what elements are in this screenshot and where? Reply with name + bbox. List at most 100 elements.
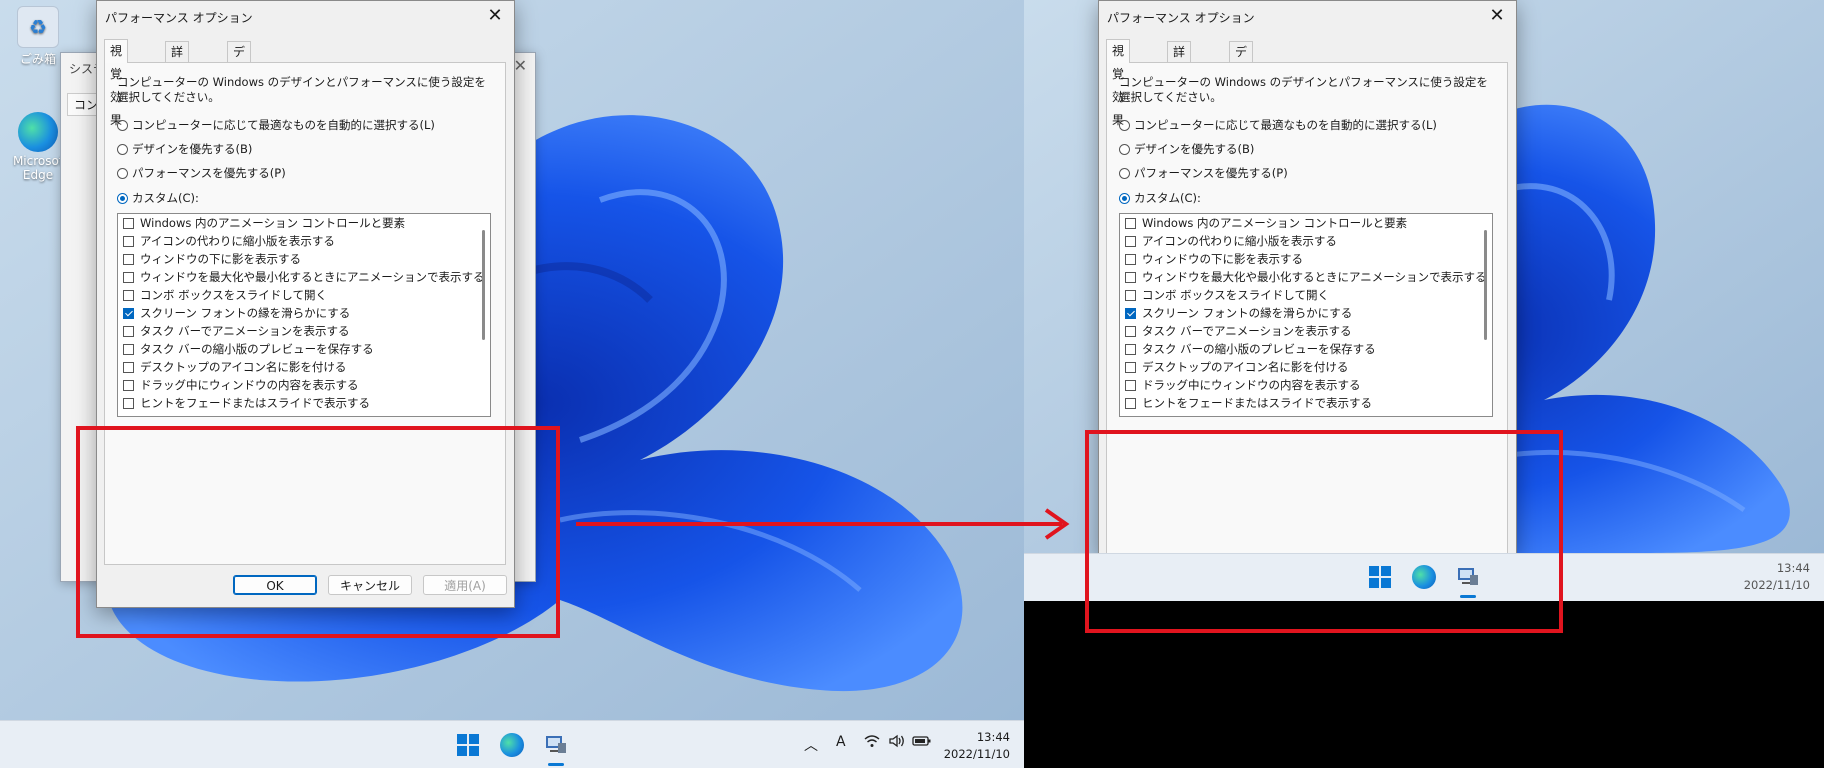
- checkbox[interactable]: [123, 217, 134, 229]
- radio-best-performance[interactable]: パフォーマンスを優先する(P): [1119, 164, 1288, 182]
- list-item[interactable]: ウィンドウの下に影を表示する: [1125, 250, 1303, 268]
- checkbox[interactable]: [123, 235, 134, 247]
- transition-arrow: [576, 508, 1070, 540]
- checkbox[interactable]: [1125, 325, 1136, 337]
- checkbox[interactable]: [123, 343, 134, 355]
- checkbox[interactable]: [1125, 217, 1136, 229]
- option-label: ヒントをフェードまたはスライドで表示する: [1142, 396, 1372, 410]
- tab-dep[interactable]: データ実行防止: [1229, 41, 1254, 179]
- radio-custom[interactable]: カスタム(C):: [1119, 189, 1201, 207]
- checkbox[interactable]: [123, 379, 134, 391]
- option-label: スクリーン フォントの縁を滑らかにする: [1142, 306, 1353, 320]
- performance-options-app-icon[interactable]: [544, 733, 568, 757]
- edge-icon: [18, 112, 58, 152]
- checkbox[interactable]: [123, 289, 134, 301]
- list-item[interactable]: Windows 内のアニメーション コントロールと要素: [123, 214, 405, 232]
- checkbox[interactable]: [1125, 397, 1136, 409]
- radio-label: デザインを優先する(B): [1134, 142, 1255, 156]
- checkbox[interactable]: [123, 397, 134, 409]
- list-item[interactable]: デスクトップのアイコン名に影を付ける: [1125, 358, 1348, 376]
- list-item[interactable]: ヒントをフェードまたはスライドで表示する: [1125, 394, 1372, 412]
- windows-start-icon[interactable]: [456, 733, 480, 757]
- scrollbar-thumb[interactable]: [1484, 230, 1487, 340]
- tab-advanced[interactable]: 詳細設定: [1167, 41, 1192, 119]
- list-item[interactable]: ヒントをフェードまたはスライドで表示する: [123, 394, 370, 412]
- checkbox[interactable]: [1125, 235, 1136, 247]
- checkbox[interactable]: [123, 361, 134, 373]
- visual-effects-list[interactable]: Windows 内のアニメーション コントロールと要素 アイコンの代わりに縮小版…: [117, 213, 491, 417]
- visual-effects-list[interactable]: Windows 内のアニメーション コントロールと要素 アイコンの代わりに縮小版…: [1119, 213, 1493, 417]
- clock-time: 13:44: [1776, 561, 1810, 575]
- radio-label: パフォーマンスを優先する(P): [132, 166, 286, 180]
- checkbox-checked[interactable]: [1125, 307, 1136, 319]
- option-label: タスク バーの縮小版のプレビューを保存する: [1142, 342, 1376, 356]
- list-item[interactable]: アイコンの代わりに縮小版を表示する: [123, 232, 335, 250]
- radio-best-appearance[interactable]: デザインを優先する(B): [1119, 140, 1254, 158]
- radio-custom[interactable]: カスタム(C):: [117, 189, 199, 207]
- scrollbar-thumb[interactable]: [482, 230, 485, 340]
- close-icon[interactable]: ✕: [514, 56, 527, 75]
- list-item[interactable]: タスク バーの縮小版のプレビューを保存する: [123, 340, 374, 358]
- checkbox[interactable]: [123, 253, 134, 265]
- checkbox[interactable]: [1125, 253, 1136, 265]
- checkbox[interactable]: [123, 271, 134, 283]
- checkbox[interactable]: [1125, 343, 1136, 355]
- recycle-bin-label: ごみ箱: [19, 52, 56, 66]
- edge-icon[interactable]: [500, 733, 524, 757]
- option-label: ドラッグ中にウィンドウの内容を表示する: [140, 378, 359, 392]
- close-icon[interactable]: ✕: [1486, 3, 1508, 29]
- wifi-icon[interactable]: [864, 733, 880, 753]
- close-icon[interactable]: ✕: [484, 3, 506, 29]
- chevron-up-icon[interactable]: ︿: [804, 735, 818, 755]
- tab-visual-effects[interactable]: 視覚効果: [104, 39, 129, 127]
- recycle-bin-icon: ♻: [17, 6, 59, 48]
- radio-auto[interactable]: コンピューターに応じて最適なものを自動的に選択する(L): [1119, 116, 1437, 134]
- list-item[interactable]: コンボ ボックスをスライドして開く: [1125, 286, 1329, 304]
- checkbox[interactable]: [1125, 289, 1136, 301]
- radio-button: [1119, 167, 1130, 179]
- list-item[interactable]: ドラッグ中にウィンドウの内容を表示する: [1125, 376, 1361, 394]
- checkbox[interactable]: [1125, 379, 1136, 391]
- tab-advanced[interactable]: 詳細設定: [165, 41, 190, 119]
- list-item[interactable]: タスク バーの縮小版のプレビューを保存する: [1125, 340, 1376, 358]
- radio-label: コンピューターに応じて最適なものを自動的に選択する(L): [132, 118, 435, 132]
- taskbar-clock[interactable]: 13:44 2022/11/10: [1744, 560, 1810, 594]
- checkbox[interactable]: [123, 325, 134, 337]
- option-label: Windows 内のアニメーション コントロールと要素: [1142, 216, 1408, 230]
- option-label: Windows 内のアニメーション コントロールと要素: [140, 216, 406, 230]
- radio-button: [117, 143, 128, 155]
- ime-indicator[interactable]: A: [836, 734, 846, 750]
- radio-best-appearance[interactable]: デザインを優先する(B): [117, 140, 252, 158]
- list-item[interactable]: ウィンドウを最大化や最小化するときにアニメーションで表示する: [1125, 268, 1487, 286]
- list-item[interactable]: スクリーン フォントの縁を滑らかにする: [1125, 304, 1352, 322]
- list-item[interactable]: コンボ ボックスをスライドして開く: [123, 286, 327, 304]
- taskbar-clock[interactable]: 13:44 2022/11/10: [944, 729, 1010, 763]
- option-label: コンボ ボックスをスライドして開く: [140, 288, 327, 302]
- checkbox[interactable]: [1125, 271, 1136, 283]
- dialog-title: パフォーマンス オプション: [1107, 11, 1255, 25]
- list-item[interactable]: デスクトップのアイコン名に影を付ける: [123, 358, 346, 376]
- option-label: アイコンの代わりに縮小版を表示する: [1142, 234, 1337, 248]
- list-item[interactable]: ウィンドウの下に影を表示する: [123, 250, 301, 268]
- list-item[interactable]: ウィンドウを最大化や最小化するときにアニメーションで表示する: [123, 268, 485, 286]
- option-label: スクリーン フォントの縁を滑らかにする: [140, 306, 351, 320]
- radio-label: デザインを優先する(B): [132, 142, 253, 156]
- tab-dep[interactable]: データ実行防止: [227, 41, 252, 179]
- option-label: ウィンドウを最大化や最小化するときにアニメーションで表示する: [140, 270, 485, 284]
- list-item[interactable]: スクリーン フォントの縁を滑らかにする: [123, 304, 350, 322]
- list-item[interactable]: タスク バーでアニメーションを表示する: [1125, 322, 1352, 340]
- list-item[interactable]: Windows 内のアニメーション コントロールと要素: [1125, 214, 1407, 232]
- radio-best-performance[interactable]: パフォーマンスを優先する(P): [117, 164, 286, 182]
- clock-date: 2022/11/10: [943, 747, 1010, 761]
- checkbox-checked[interactable]: [123, 307, 134, 319]
- radio-label: パフォーマンスを優先する(P): [1134, 166, 1288, 180]
- tab-visual-effects[interactable]: 視覚効果: [1106, 39, 1131, 127]
- active-app-indicator: [548, 763, 564, 766]
- list-item[interactable]: アイコンの代わりに縮小版を表示する: [1125, 232, 1337, 250]
- list-item[interactable]: タスク バーでアニメーションを表示する: [123, 322, 350, 340]
- checkbox[interactable]: [1125, 361, 1136, 373]
- radio-auto[interactable]: コンピューターに応じて最適なものを自動的に選択する(L): [117, 116, 435, 134]
- battery-icon[interactable]: [912, 734, 932, 752]
- volume-icon[interactable]: [888, 733, 906, 753]
- list-item[interactable]: ドラッグ中にウィンドウの内容を表示する: [123, 376, 359, 394]
